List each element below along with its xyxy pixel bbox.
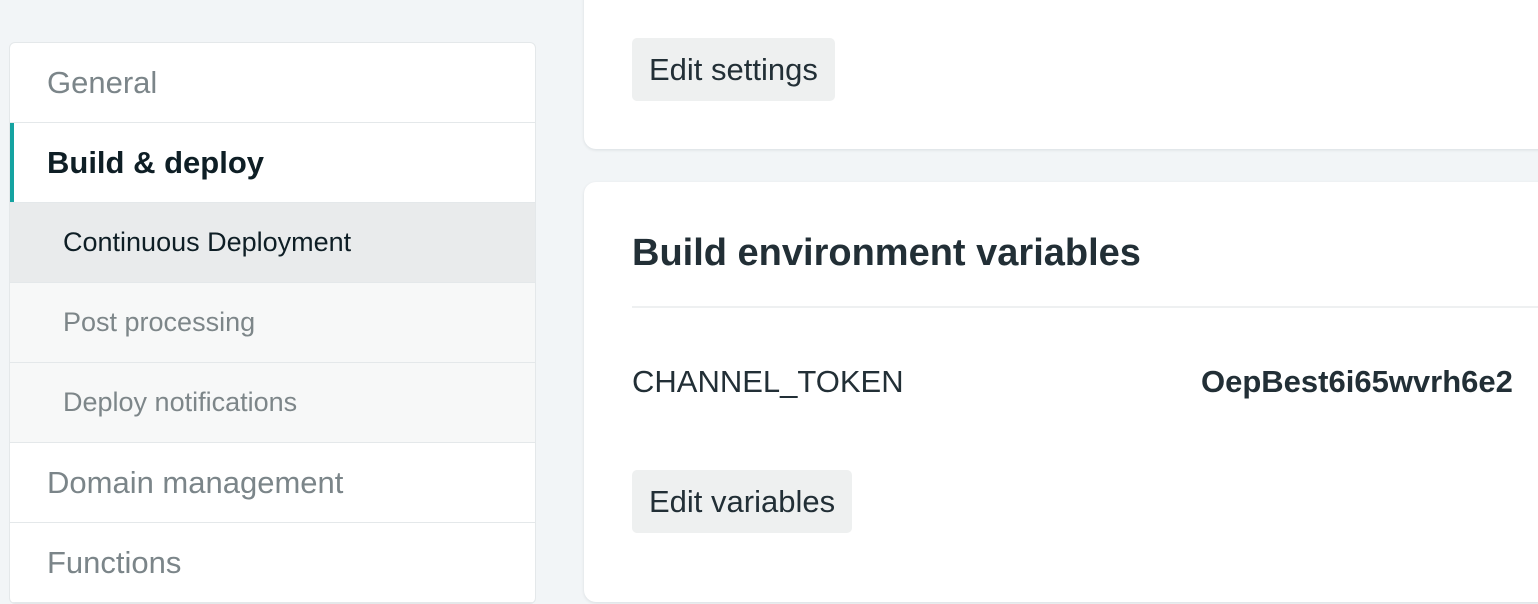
sidebar-item-label: Functions (47, 544, 182, 580)
env-variable-key: CHANNEL_TOKEN (632, 364, 904, 399)
sidebar-subitem-label: Deploy notifications (63, 387, 298, 417)
sidebar-item-label: Build & deploy (47, 144, 264, 180)
section-divider (632, 306, 1538, 308)
sidebar-item-functions[interactable]: Functions (10, 523, 535, 603)
sidebar-subitem-deploy-notifications[interactable]: Deploy notifications (10, 363, 535, 443)
sidebar-item-general[interactable]: General (10, 43, 535, 123)
sidebar-item-build-deploy[interactable]: Build & deploy (10, 123, 535, 203)
build-settings-card: Edit settings (584, 0, 1538, 149)
sidebar-item-label: General (47, 64, 158, 100)
sidebar-subitem-label: Post processing (63, 307, 256, 337)
environment-variables-card: Build environment variables CHANNEL_TOKE… (584, 182, 1538, 602)
env-variable-value: OepBest6i65wvrh6e2 (1201, 364, 1513, 399)
sidebar-item-label: Domain management (47, 464, 344, 500)
sidebar-subitem-post-processing[interactable]: Post processing (10, 283, 535, 363)
section-title: Build environment variables (632, 232, 1141, 274)
edit-settings-button[interactable]: Edit settings (632, 38, 835, 101)
settings-sidebar: General Build & deploy Continuous Deploy… (9, 42, 536, 604)
edit-variables-button[interactable]: Edit variables (632, 470, 853, 533)
sidebar-subitem-continuous-deployment[interactable]: Continuous Deployment (10, 203, 535, 283)
env-variable-row: CHANNEL_TOKEN OepBest6i65wvrh6e2 (632, 364, 1538, 404)
sidebar-subitem-label: Continuous Deployment (63, 227, 352, 257)
sidebar-item-domain-management[interactable]: Domain management (10, 443, 535, 523)
